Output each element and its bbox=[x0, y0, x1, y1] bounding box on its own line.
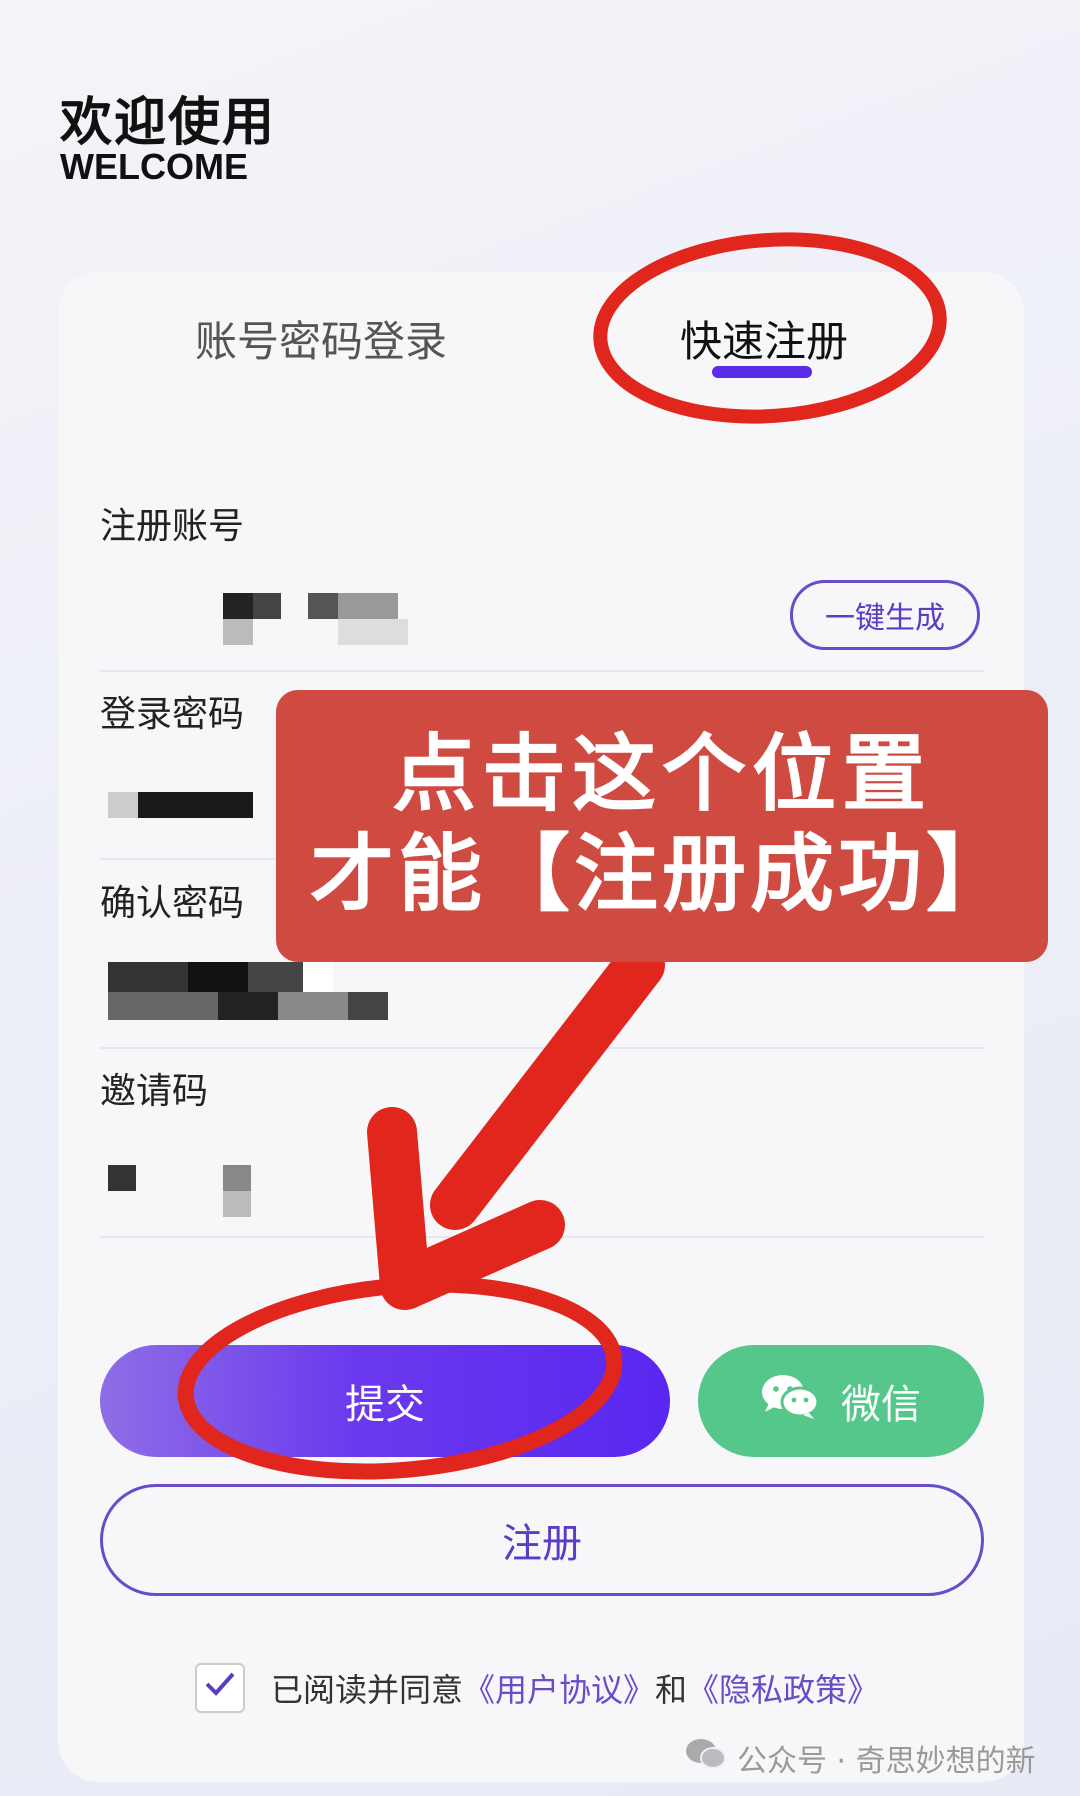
callout-line-2: 才能【注册成功】 bbox=[309, 825, 1014, 923]
callout-line-1: 点击这个位置 bbox=[391, 725, 932, 823]
tab-highlight-circle bbox=[593, 232, 947, 424]
annotation-callout: 点击这个位置 才能【注册成功】 bbox=[276, 690, 1048, 962]
arrow-icon bbox=[367, 940, 665, 1310]
